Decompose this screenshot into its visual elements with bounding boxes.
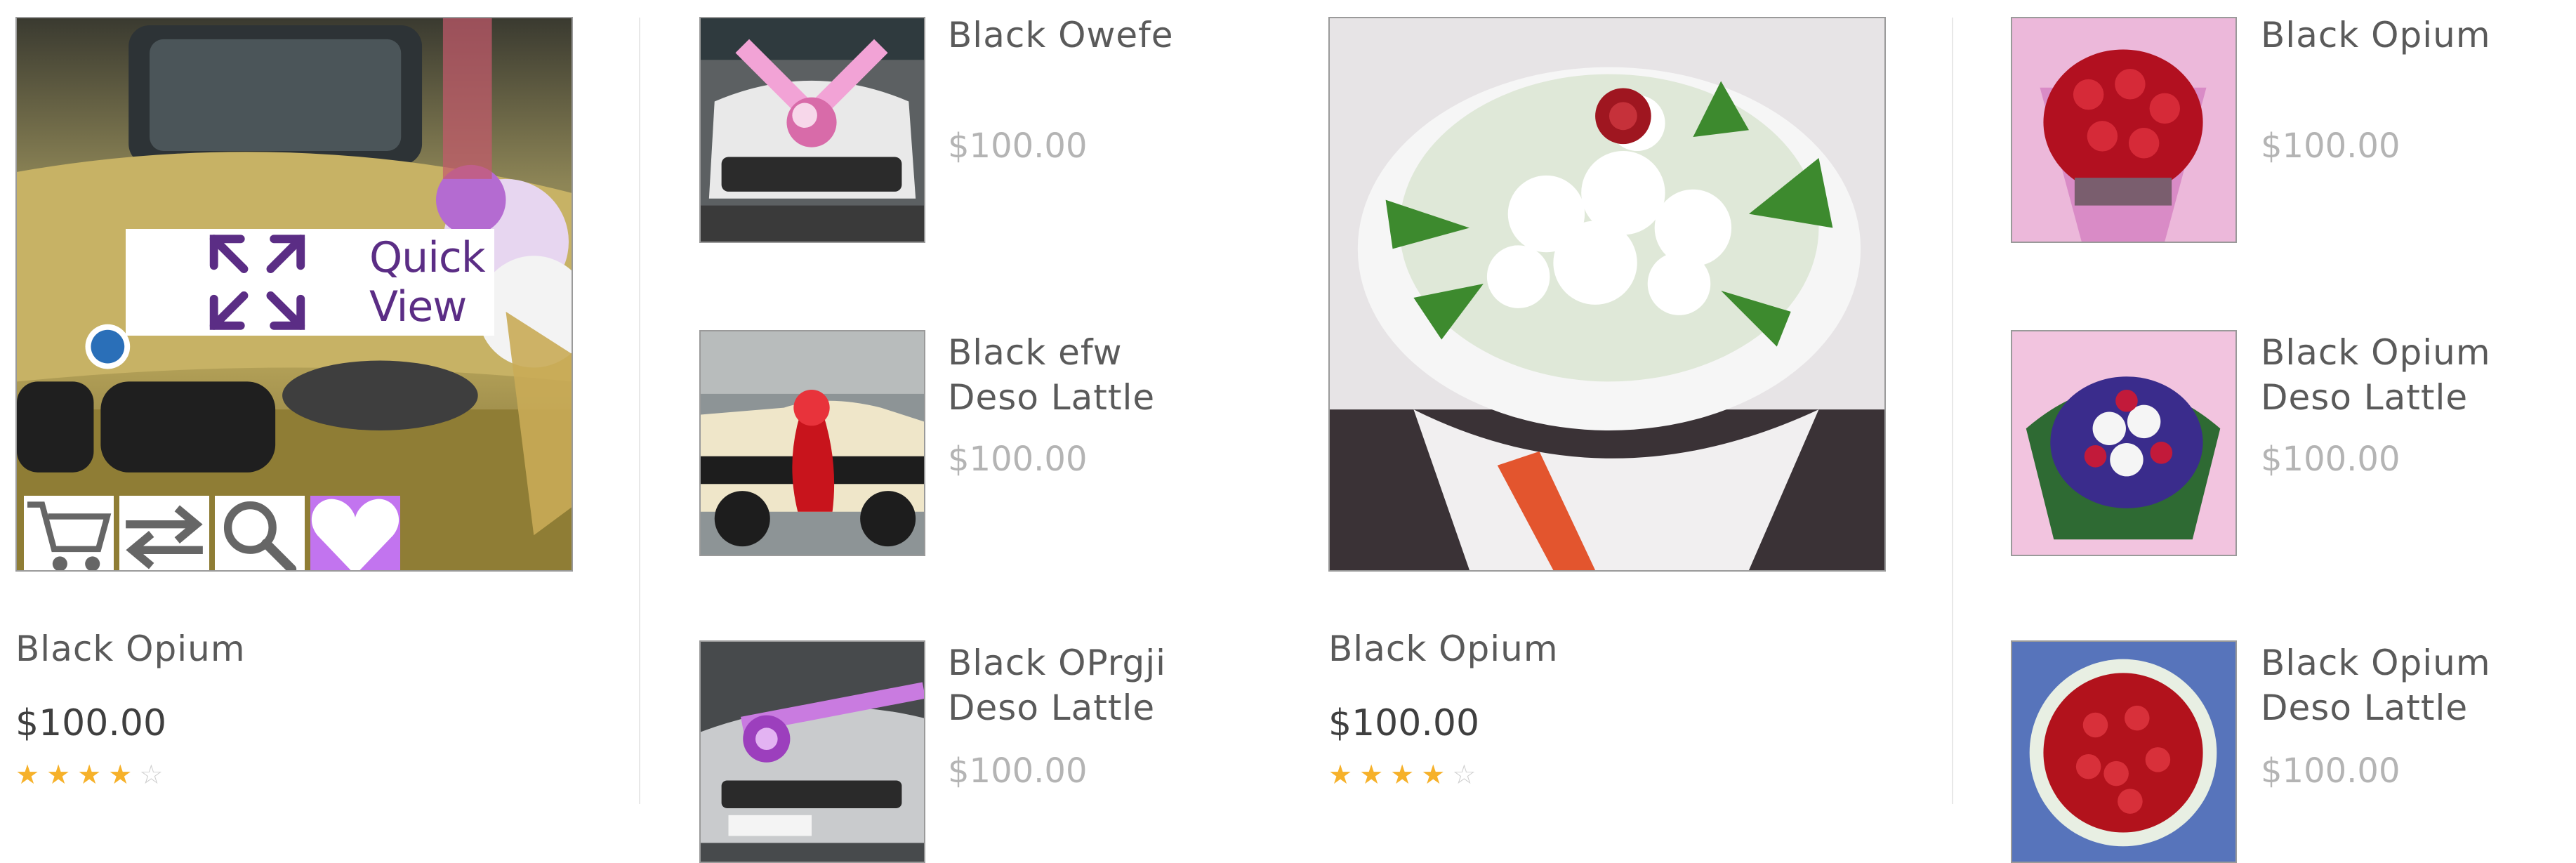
star-filled-icon: ★ — [1421, 759, 1453, 790]
product-price: $100.00 — [2261, 126, 2400, 166]
product-title-line2[interactable]: Deso Lattle — [948, 685, 1155, 730]
star-empty-icon: ☆ — [139, 759, 171, 790]
product-title[interactable]: Black Owefe — [948, 13, 1174, 58]
star-filled-icon: ★ — [1359, 759, 1391, 790]
mixed-bouquet-photo — [2012, 331, 2235, 555]
vintage-car-photo — [701, 331, 924, 555]
product-title[interactable]: Black Opium — [1328, 626, 1559, 671]
compare-button[interactable] — [119, 496, 209, 570]
star-filled-icon: ★ — [108, 759, 140, 790]
product-thumb-mixed-bouquet[interactable] — [2011, 330, 2237, 556]
star-filled-icon: ★ — [15, 759, 47, 790]
product-thumb-white-suv[interactable] — [699, 17, 925, 243]
product-price: $100.00 — [1328, 702, 1480, 744]
product-title-line2[interactable]: Deso Lattle — [2261, 685, 2468, 730]
star-empty-icon: ☆ — [1452, 759, 1484, 790]
product-title-line1[interactable]: Black Opium — [2261, 330, 2491, 375]
product-price: $100.00 — [948, 126, 1088, 166]
product-price: $100.00 — [948, 751, 1088, 791]
white-suv-photo — [701, 18, 924, 242]
product-price: $100.00 — [2261, 751, 2400, 791]
star-filled-icon: ★ — [77, 759, 109, 790]
star-filled-icon: ★ — [1328, 759, 1360, 790]
product-title-line1[interactable]: Black OPrgji — [948, 640, 1166, 685]
wishlist-button[interactable] — [310, 496, 400, 570]
product-title-line2[interactable]: Deso Lattle — [2261, 375, 2468, 420]
product-title-line1[interactable]: Black Opium — [2261, 640, 2491, 685]
product-title[interactable]: Black Opium — [15, 626, 246, 671]
product-price: $100.00 — [2261, 440, 2400, 479]
product-image-gold-car[interactable]: Quick View — [15, 17, 573, 572]
product-title[interactable]: Black Opium — [2261, 13, 2491, 58]
product-image-white-bouquet[interactable] — [1328, 17, 1886, 572]
product-thumb-vintage-car[interactable] — [699, 330, 925, 556]
rating-stars: ★★★★☆ — [1328, 760, 1483, 789]
cart-icon — [27, 501, 112, 570]
product-thumb-silver-sedan[interactable] — [699, 640, 925, 863]
add-to-cart-button[interactable] — [24, 496, 114, 570]
star-filled-icon: ★ — [46, 759, 78, 790]
column-divider — [1952, 18, 1953, 804]
column-divider — [639, 18, 640, 804]
product-price: $100.00 — [15, 702, 167, 744]
silver-sedan-photo — [701, 642, 924, 862]
product-price: $100.00 — [948, 440, 1088, 479]
product-thumb-red-rose-bouquet[interactable] — [2011, 17, 2237, 243]
quick-view-button[interactable]: Quick View — [126, 229, 494, 336]
quick-view-label: Quick View — [369, 233, 486, 331]
expand-arrows-icon — [209, 235, 305, 330]
red-rose-pink-wrap-photo — [2012, 18, 2235, 242]
product-title-line1[interactable]: Black efw — [948, 330, 1123, 375]
compare-arrows-icon — [126, 505, 203, 569]
heart-icon — [311, 499, 399, 570]
round-red-bouquet-photo — [2012, 642, 2235, 862]
product-thumb-round-red-bouquet[interactable] — [2011, 640, 2237, 863]
star-filled-icon: ★ — [1390, 759, 1422, 790]
rating-stars: ★★★★☆ — [15, 760, 170, 789]
product-title-line2[interactable]: Deso Lattle — [948, 375, 1155, 420]
search-button[interactable] — [215, 496, 305, 570]
white-bouquet-photo — [1330, 18, 1884, 570]
search-icon — [223, 501, 297, 570]
